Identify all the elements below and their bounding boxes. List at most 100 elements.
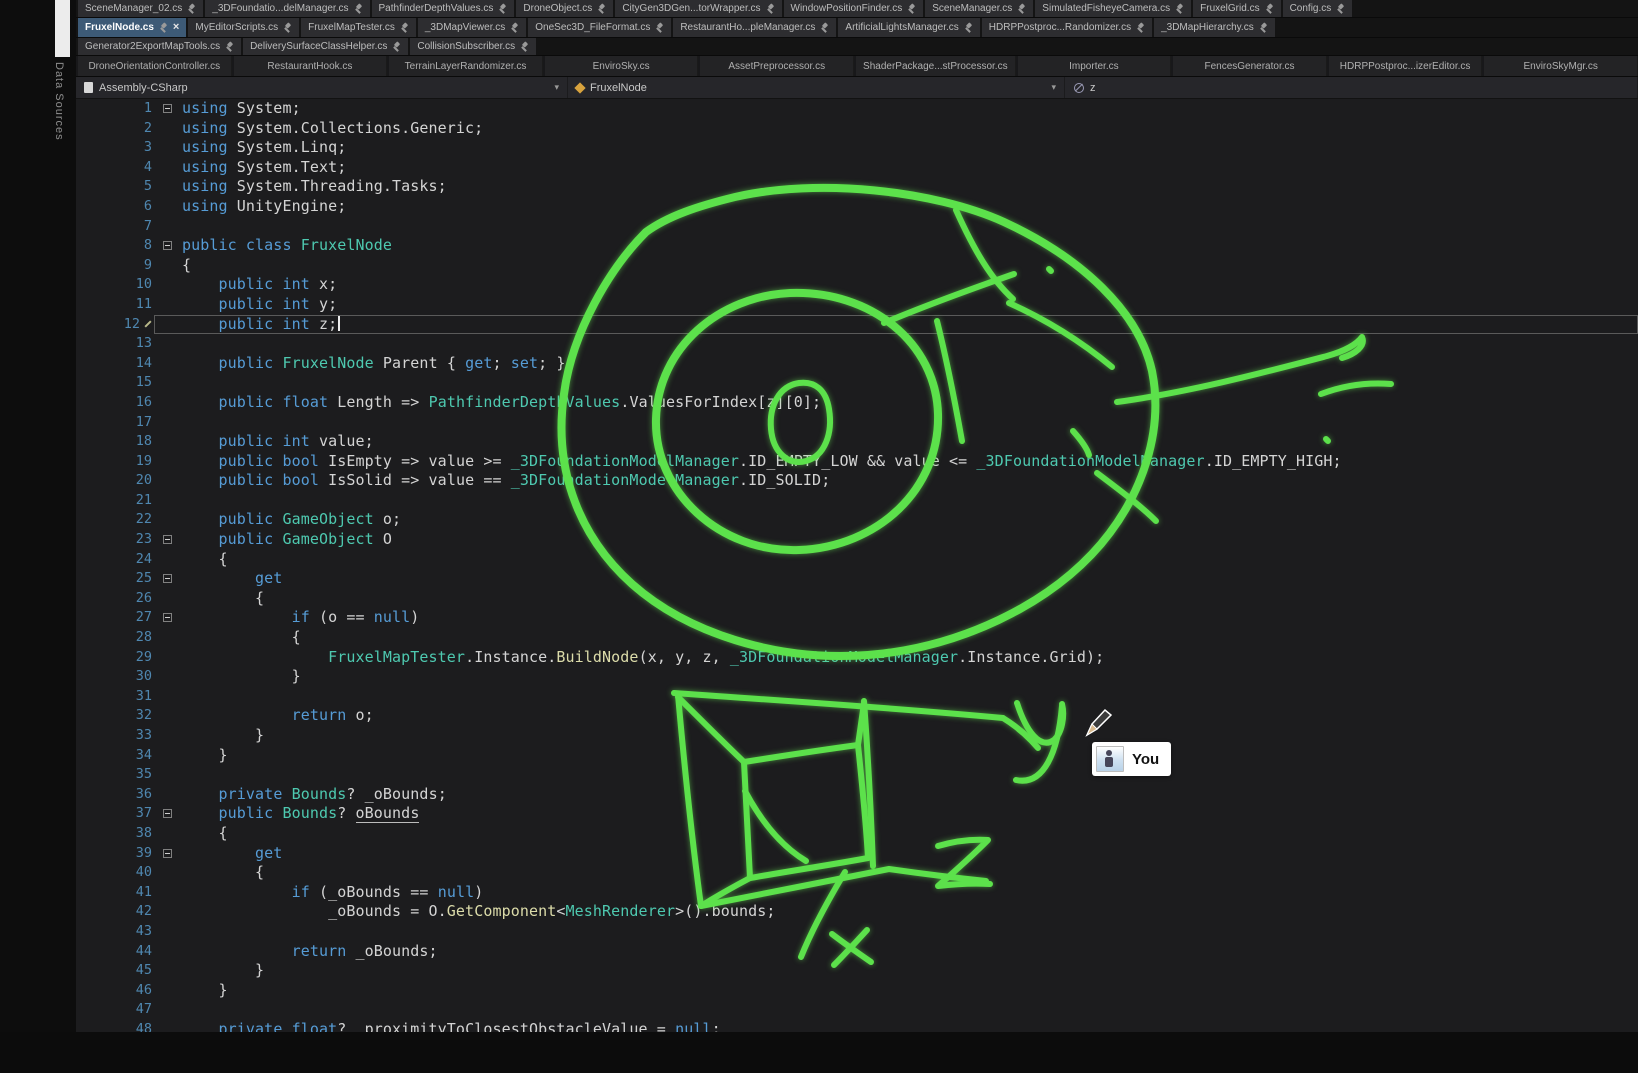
tab[interactable]: Config.cs xyxy=(1283,0,1353,17)
code-line[interactable]: 36 private Bounds? _oBounds; xyxy=(76,785,1638,805)
pin-icon[interactable] xyxy=(597,4,606,14)
tab[interactable]: FruxelGrid.cs xyxy=(1193,0,1280,17)
chevron-down-icon[interactable]: ▾ xyxy=(554,82,559,93)
pin-icon[interactable] xyxy=(1136,23,1145,33)
code-line[interactable]: 20 public bool IsSolid => value == _3DFo… xyxy=(76,471,1638,491)
tab[interactable]: PathfinderDepthValues.cs xyxy=(372,0,515,17)
tab[interactable]: HDRPPostproc...izerEditor.cs xyxy=(1329,56,1483,76)
line-number[interactable]: 7 xyxy=(76,217,154,237)
tab[interactable]: DeliverySurfaceClassHelper.cs xyxy=(243,38,408,55)
line-number[interactable]: 13 xyxy=(76,334,154,354)
code-line[interactable]: 16 public float Length => PathfinderDept… xyxy=(76,393,1638,413)
pin-icon[interactable] xyxy=(1336,4,1345,14)
code-line[interactable]: 39 get xyxy=(76,844,1638,864)
line-number[interactable]: 6 xyxy=(76,197,154,217)
fold-marker[interactable] xyxy=(154,569,182,589)
code-line[interactable]: 18 public int value; xyxy=(76,432,1638,452)
code-line[interactable]: 5using System.Threading.Tasks; xyxy=(76,177,1638,197)
tab[interactable]: _3DFoundatio...delManager.cs xyxy=(205,0,369,17)
code-line[interactable]: 35 xyxy=(76,765,1638,785)
code-line[interactable]: 42 _oBounds = O.GetComponent<MeshRendere… xyxy=(76,902,1638,922)
line-number[interactable]: 3 xyxy=(76,138,154,158)
code-line[interactable]: 38 { xyxy=(76,824,1638,844)
code-editor[interactable]: 1using System;2using System.Collections.… xyxy=(76,99,1638,1073)
line-number[interactable]: 15 xyxy=(76,373,154,393)
line-number[interactable]: 16 xyxy=(76,393,154,413)
line-number[interactable]: 42 xyxy=(76,902,154,922)
line-number[interactable]: 31 xyxy=(76,687,154,707)
line-number[interactable]: 12 xyxy=(76,315,154,335)
line-number[interactable]: 11 xyxy=(76,295,154,315)
line-number[interactable]: 41 xyxy=(76,883,154,903)
line-number[interactable]: 39 xyxy=(76,844,154,864)
code-line[interactable]: 6using UnityEngine; xyxy=(76,197,1638,217)
code-line[interactable]: 30 } xyxy=(76,667,1638,687)
line-number[interactable]: 46 xyxy=(76,981,154,1001)
tab[interactable]: SceneManager.cs xyxy=(925,0,1033,17)
line-number[interactable]: 23 xyxy=(76,530,154,550)
code-line[interactable]: 26 { xyxy=(76,589,1638,609)
member-dropdown[interactable]: z xyxy=(1065,77,1638,98)
pin-icon[interactable] xyxy=(1265,4,1274,14)
code-line[interactable]: 22 public GameObject o; xyxy=(76,510,1638,530)
pin-icon[interactable] xyxy=(187,4,196,14)
tab[interactable]: _3DMapViewer.cs xyxy=(418,18,526,37)
line-number[interactable]: 35 xyxy=(76,765,154,785)
tab[interactable]: ArtificialLightsManager.cs xyxy=(838,18,979,37)
tab[interactable]: MyEditorScripts.cs xyxy=(188,18,299,37)
tab[interactable]: EnviroSkyMgr.cs xyxy=(1484,56,1638,76)
pin-icon[interactable] xyxy=(655,23,664,33)
line-number[interactable]: 5 xyxy=(76,177,154,197)
code-line[interactable]: 3using System.Linq; xyxy=(76,138,1638,158)
line-number[interactable]: 24 xyxy=(76,550,154,570)
tab[interactable]: _3DMapHierarchy.cs xyxy=(1154,18,1275,37)
tab[interactable]: Importer.cs xyxy=(1018,56,1172,76)
code-line[interactable]: 23 public GameObject O xyxy=(76,530,1638,550)
line-number[interactable]: 44 xyxy=(76,942,154,962)
data-sources-side-tab[interactable]: Data Sources xyxy=(53,62,65,141)
tab[interactable]: FruxelMapTester.cs xyxy=(301,18,416,37)
tab[interactable]: HDRPPostproc...Randomizer.cs xyxy=(982,18,1152,37)
code-line[interactable]: 21 xyxy=(76,491,1638,511)
code-line[interactable]: 43 xyxy=(76,922,1638,942)
code-line[interactable]: 40 { xyxy=(76,863,1638,883)
pin-icon[interactable] xyxy=(225,42,234,52)
tab[interactable]: CollisionSubscriber.cs xyxy=(410,38,536,55)
line-number[interactable]: 29 xyxy=(76,648,154,668)
code-line[interactable]: 47 xyxy=(76,1000,1638,1020)
pin-icon[interactable] xyxy=(766,4,775,14)
line-number[interactable]: 4 xyxy=(76,158,154,178)
line-number[interactable]: 36 xyxy=(76,785,154,805)
code-line[interactable]: 8public class FruxelNode xyxy=(76,236,1638,256)
line-number[interactable]: 19 xyxy=(76,452,154,472)
code-line[interactable]: 17 xyxy=(76,413,1638,433)
code-line[interactable]: 14 public FruxelNode Parent { get; set; … xyxy=(76,354,1638,374)
code-line[interactable]: 15 xyxy=(76,373,1638,393)
pin-icon[interactable] xyxy=(1259,23,1268,33)
tab[interactable]: DroneOrientationController.cs xyxy=(78,56,232,76)
code-line[interactable]: 27 if (o == null) xyxy=(76,608,1638,628)
code-line[interactable]: 9{ xyxy=(76,256,1638,276)
fold-marker[interactable] xyxy=(154,99,182,119)
pin-icon[interactable] xyxy=(392,42,401,52)
pin-icon[interactable] xyxy=(820,23,829,33)
line-number[interactable]: 43 xyxy=(76,922,154,942)
line-number[interactable]: 26 xyxy=(76,589,154,609)
line-number[interactable]: 21 xyxy=(76,491,154,511)
fold-marker[interactable] xyxy=(154,530,182,550)
line-number[interactable]: 9 xyxy=(76,256,154,276)
code-line[interactable]: 34 } xyxy=(76,746,1638,766)
code-line[interactable]: 19 public bool IsEmpty => value >= _3DFo… xyxy=(76,452,1638,472)
code-line[interactable]: 45 } xyxy=(76,961,1638,981)
tab[interactable]: ShaderPackage...stProcessor.cs xyxy=(856,56,1016,76)
tab[interactable]: WindowPositionFinder.cs xyxy=(784,0,924,17)
collapsed-panel-strip[interactable] xyxy=(55,0,70,57)
line-number[interactable]: 20 xyxy=(76,471,154,491)
pin-icon[interactable] xyxy=(354,4,363,14)
pin-icon[interactable] xyxy=(907,4,916,14)
code-line[interactable]: 12 public int z; xyxy=(76,315,1638,335)
line-number[interactable]: 27 xyxy=(76,608,154,628)
code-line[interactable]: 13 xyxy=(76,334,1638,354)
code-line[interactable]: 10 public int x; xyxy=(76,275,1638,295)
code-line[interactable]: 31 xyxy=(76,687,1638,707)
